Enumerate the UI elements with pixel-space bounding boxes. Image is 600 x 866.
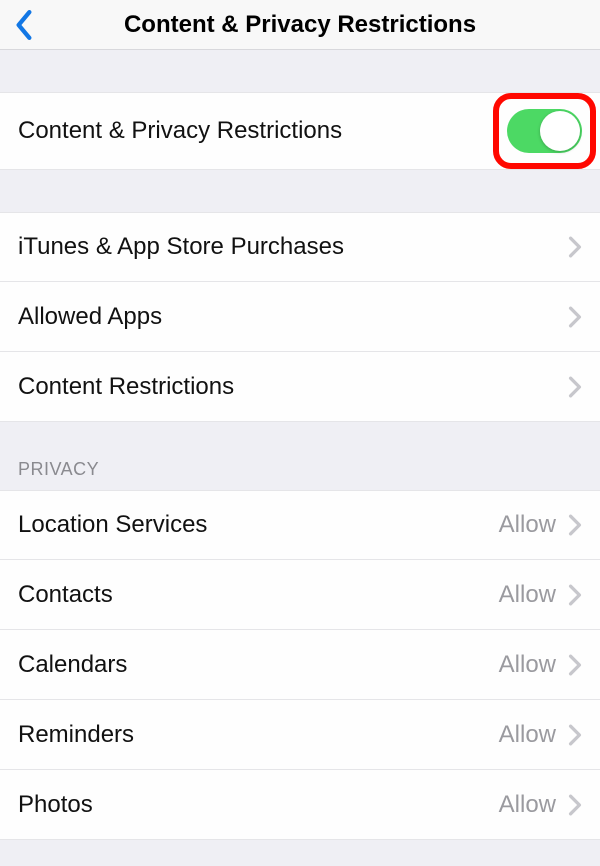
nav-header: Content & Privacy Restrictions (0, 0, 600, 50)
nav-row-itunes-appstore[interactable]: iTunes & App Store Purchases (0, 212, 600, 282)
row-label: Content & Privacy Restrictions (18, 117, 507, 145)
page-title: Content & Privacy Restrictions (0, 11, 600, 39)
spacer (0, 170, 600, 212)
privacy-section-header: PRIVACY (0, 422, 600, 490)
chevron-right-icon (568, 654, 582, 676)
spacer (0, 50, 600, 92)
privacy-row-reminders[interactable]: Reminders Allow (0, 700, 600, 770)
row-label: Contacts (18, 581, 499, 609)
row-value: Allow (499, 651, 556, 679)
back-button[interactable] (14, 10, 34, 40)
privacy-row-contacts[interactable]: Contacts Allow (0, 560, 600, 630)
row-label: iTunes & App Store Purchases (18, 233, 568, 261)
privacy-row-location[interactable]: Location Services Allow (0, 490, 600, 560)
row-label: Photos (18, 791, 499, 819)
content-privacy-toggle[interactable] (507, 109, 582, 153)
chevron-right-icon (568, 794, 582, 816)
toggle-wrap (507, 109, 582, 153)
row-label: Allowed Apps (18, 303, 568, 331)
row-label: Calendars (18, 651, 499, 679)
privacy-row-photos[interactable]: Photos Allow (0, 770, 600, 840)
row-value: Allow (499, 791, 556, 819)
content-privacy-toggle-row[interactable]: Content & Privacy Restrictions (0, 92, 600, 170)
toggle-knob (540, 111, 580, 151)
row-label: Content Restrictions (18, 373, 568, 401)
row-value: Allow (499, 511, 556, 539)
chevron-right-icon (568, 584, 582, 606)
row-label: Reminders (18, 721, 499, 749)
privacy-row-calendars[interactable]: Calendars Allow (0, 630, 600, 700)
nav-row-content-restrictions[interactable]: Content Restrictions (0, 352, 600, 422)
chevron-left-icon (14, 10, 34, 40)
row-value: Allow (499, 721, 556, 749)
row-value: Allow (499, 581, 556, 609)
chevron-right-icon (568, 236, 582, 258)
row-label: Location Services (18, 511, 499, 539)
nav-row-allowed-apps[interactable]: Allowed Apps (0, 282, 600, 352)
chevron-right-icon (568, 514, 582, 536)
chevron-right-icon (568, 724, 582, 746)
chevron-right-icon (568, 306, 582, 328)
chevron-right-icon (568, 376, 582, 398)
